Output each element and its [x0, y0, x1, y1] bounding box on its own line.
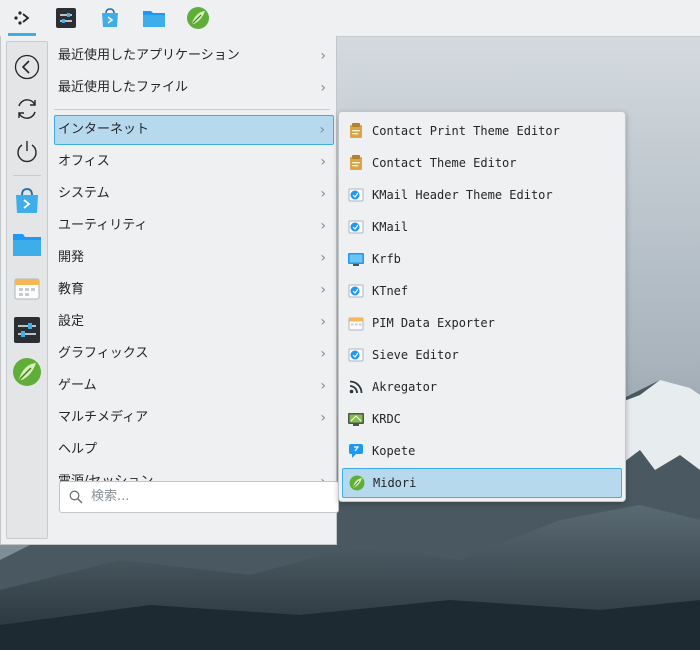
submenu-item-label: Krfb [372, 252, 401, 266]
menu-item-recent-files[interactable]: 最近使用したファイル › [54, 73, 334, 103]
menu-item-settings[interactable]: 設定 › [54, 307, 334, 337]
chevron-right-icon: › [320, 80, 326, 96]
power-icon[interactable] [11, 135, 43, 167]
submenu-item-contact-theme-editor[interactable]: Contact Theme Editor [342, 148, 622, 178]
submenu-item-midori[interactable]: Midori [342, 468, 622, 498]
menu-item-games[interactable]: ゲーム › [54, 371, 334, 401]
midori-browser-icon[interactable] [11, 356, 43, 388]
submenu-item-contact-print-theme-editor[interactable]: Contact Print Theme Editor [342, 116, 622, 146]
kmail-icon [348, 219, 364, 235]
menu-item-label: ユーティリティ [58, 218, 148, 233]
submenu-item-kmail-header-theme-editor[interactable]: KMail Header Theme Editor [342, 180, 622, 210]
menu-item-education[interactable]: 教育 › [54, 275, 334, 305]
menu-item-label: 最近使用したファイル [58, 80, 189, 95]
chevron-right-icon: › [320, 186, 326, 202]
menu-item-label: ゲーム [58, 378, 97, 393]
menu-item-internet[interactable]: インターネット › [54, 115, 334, 145]
krfb-icon [348, 251, 364, 267]
menu-item-label: インターネット [58, 122, 150, 137]
submenu-item-label: KMail Header Theme Editor [372, 188, 553, 202]
menu-item-recent-applications[interactable]: 最近使用したアプリケーション › [54, 41, 334, 71]
chevron-right-icon: › [320, 250, 326, 266]
menu-item-label: 開発 [58, 250, 85, 265]
submenu-item-label: PIM Data Exporter [372, 316, 495, 330]
chevron-right-icon: › [320, 48, 326, 64]
submenu-item-label: Contact Print Theme Editor [372, 124, 560, 138]
chevron-right-icon: › [320, 218, 326, 234]
menu-item-label: システム [58, 186, 110, 201]
menu-item-label: オフィス [58, 154, 110, 169]
chevron-right-icon: › [319, 122, 325, 138]
submenu-item-label: Midori [373, 476, 417, 490]
submenu-item-label: Akregator [372, 380, 438, 394]
discover-store-icon[interactable] [96, 4, 124, 32]
menu-item-label: 最近使用したアプリケーション [58, 48, 240, 63]
submenu-item-label: KRDC [372, 412, 401, 426]
submenu-item-kopete[interactable]: Kopete [342, 436, 622, 466]
chevron-right-icon: › [320, 410, 326, 426]
midori-browser-icon[interactable] [184, 4, 212, 32]
chevron-right-icon: › [320, 282, 326, 298]
search-input[interactable]: 検索... [59, 481, 339, 513]
menu-separator [54, 109, 330, 110]
kmail-icon [348, 347, 364, 363]
submenu-item-label: KTnef [372, 284, 409, 298]
rss-feed-icon [348, 379, 364, 395]
midori-browser-icon [349, 475, 365, 491]
dolphin-folder-icon[interactable] [140, 4, 168, 32]
pim-data-exporter-icon[interactable] [11, 271, 43, 303]
kopete-icon [348, 443, 364, 459]
theme-editor-icon [348, 155, 364, 171]
search-placeholder: 検索... [91, 489, 130, 504]
pim-data-exporter-icon [348, 315, 364, 331]
chevron-right-icon: › [320, 378, 326, 394]
submenu-item-label: KMail [372, 220, 409, 234]
menu-item-utilities[interactable]: ユーティリティ › [54, 211, 334, 241]
chevron-right-icon: › [320, 314, 326, 330]
system-settings-icon[interactable] [11, 314, 43, 346]
back-icon[interactable] [11, 51, 43, 83]
menu-item-label: 教育 [58, 282, 85, 297]
menu-item-office[interactable]: オフィス › [54, 147, 334, 177]
submenu-item-ktnef[interactable]: KTnef [342, 276, 622, 306]
submenu-item-akregator[interactable]: Akregator [342, 372, 622, 402]
submenu-item-sieve-editor[interactable]: Sieve Editor [342, 340, 622, 370]
application-launcher-icon[interactable] [8, 4, 36, 36]
menu-item-graphics[interactable]: グラフィックス › [54, 339, 334, 369]
submenu-item-pim-data-exporter[interactable]: PIM Data Exporter [342, 308, 622, 338]
submenu-item-krfb[interactable]: Krfb [342, 244, 622, 274]
submenu-item-kmail[interactable]: KMail [342, 212, 622, 242]
menu-item-development[interactable]: 開発 › [54, 243, 334, 273]
submenu-item-label: Contact Theme Editor [372, 156, 517, 170]
menu-item-label: 設定 [58, 314, 85, 329]
kmail-icon [348, 283, 364, 299]
refresh-icon[interactable] [11, 93, 43, 125]
menu-item-system[interactable]: システム › [54, 179, 334, 209]
kmail-icon [348, 187, 364, 203]
top-panel [0, 0, 700, 37]
krdc-icon [348, 411, 364, 427]
menu-item-help[interactable]: ヘルプ [54, 435, 334, 465]
theme-editor-icon [348, 123, 364, 139]
dolphin-folder-icon[interactable] [11, 228, 43, 260]
internet-submenu: Contact Print Theme Editor Contact Theme… [338, 111, 626, 502]
chevron-right-icon: › [320, 154, 326, 170]
submenu-item-label: Sieve Editor [372, 348, 459, 362]
submenu-item-label: Kopete [372, 444, 416, 458]
search-icon [69, 490, 83, 504]
system-settings-icon[interactable] [52, 4, 80, 32]
chevron-right-icon: › [320, 346, 326, 362]
menu-item-label: マルチメディア [58, 410, 149, 425]
menu-item-multimedia[interactable]: マルチメディア › [54, 403, 334, 433]
favorites-separator [13, 175, 41, 176]
submenu-item-krdc[interactable]: KRDC [342, 404, 622, 434]
menu-item-label: グラフィックス [58, 346, 149, 361]
discover-store-icon[interactable] [11, 185, 43, 217]
favorites-sidebar [6, 41, 48, 539]
menu-item-label: ヘルプ [58, 442, 98, 457]
application-launcher-menu: 最近使用したアプリケーション › 最近使用したファイル › インターネット › オフィ… [0, 36, 339, 545]
